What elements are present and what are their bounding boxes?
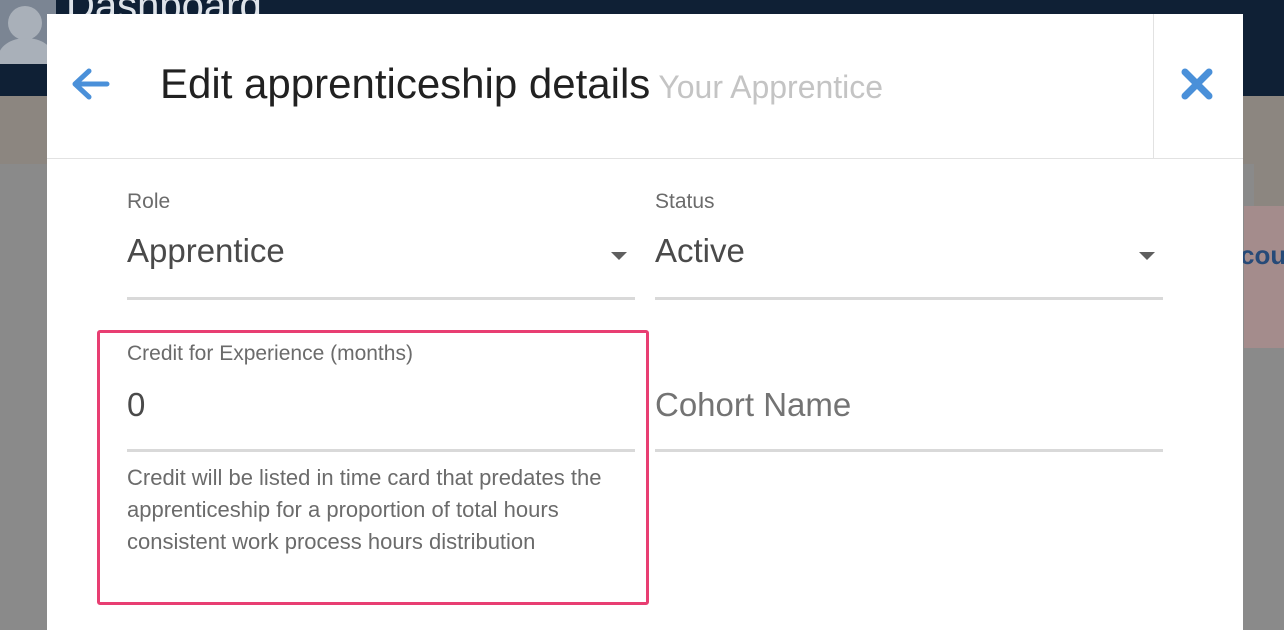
credit-experience-underline <box>127 449 635 452</box>
status-value: Active <box>655 232 745 269</box>
role-value: Apprentice <box>127 232 285 269</box>
cohort-name-underline <box>655 449 1163 452</box>
role-underline <box>127 297 635 300</box>
back-button[interactable] <box>67 58 113 104</box>
chevron-down-icon <box>1139 252 1155 260</box>
status-underline <box>655 297 1163 300</box>
role-label: Role <box>127 190 171 213</box>
status-label: Status <box>655 190 715 213</box>
arrow-left-icon <box>72 68 110 100</box>
cohort-name-placeholder: Cohort Name <box>655 386 852 423</box>
modal-subtitle: Your Apprentice <box>658 69 884 105</box>
modal-header: Edit apprenticeship details Your Apprenti… <box>47 14 1243 159</box>
edit-apprenticeship-modal: Edit apprenticeship details Your Apprenti… <box>47 14 1243 644</box>
chevron-down-icon <box>611 252 627 260</box>
cohort-name-input[interactable]: Cohort Name <box>655 342 1163 454</box>
status-select[interactable]: Status Active <box>655 190 1163 302</box>
credit-experience-label: Credit for Experience (months) <box>127 342 413 365</box>
close-button[interactable] <box>1177 64 1217 104</box>
modal-title: Edit apprenticeship details Your Apprenti… <box>160 60 883 108</box>
credit-experience-helper-text: Credit will be listed in time card that … <box>127 465 602 554</box>
role-select[interactable]: Role Apprentice <box>127 190 635 302</box>
background-alert <box>1244 206 1284 348</box>
avatar-body <box>0 38 54 64</box>
modal-title-text: Edit apprenticeship details <box>160 60 651 107</box>
credit-experience-value: 0 <box>127 386 146 423</box>
close-icon <box>1181 68 1213 100</box>
background-panel-edge <box>1254 96 1284 206</box>
header-divider <box>1153 14 1154 158</box>
avatar-head <box>8 6 42 40</box>
credit-experience-field[interactable]: Credit for Experience (months) 0 Credit … <box>127 342 635 592</box>
background-alert-text: cou <box>1240 240 1284 270</box>
